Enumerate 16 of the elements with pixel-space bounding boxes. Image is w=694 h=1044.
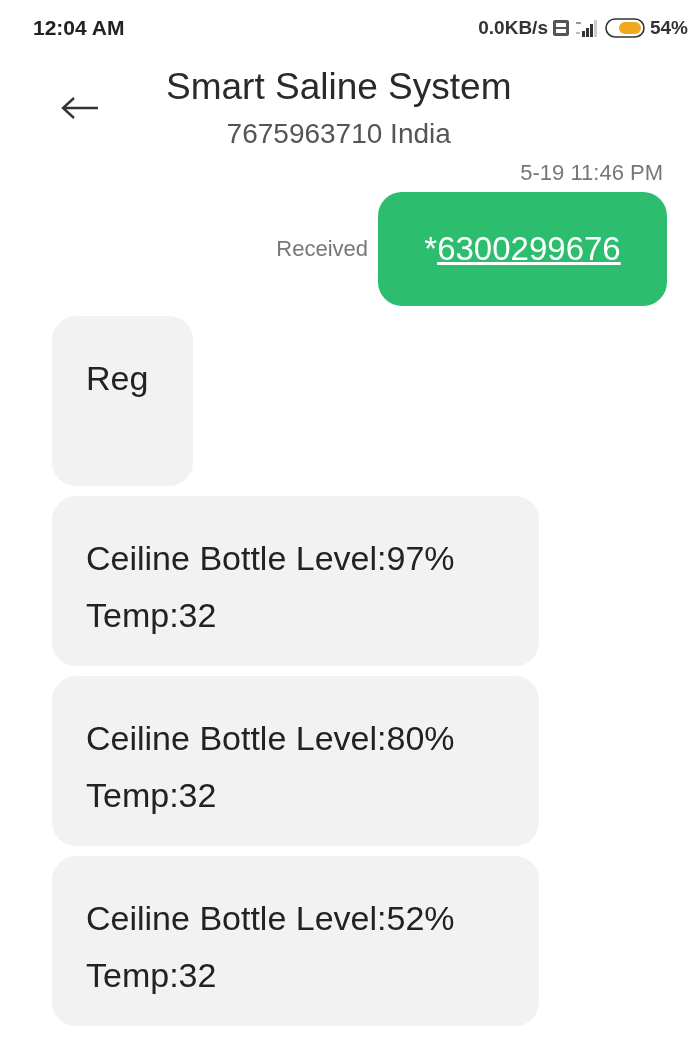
received-message-bubble: Reg (52, 316, 193, 486)
sent-message-bubble: *6300299676 (378, 192, 667, 306)
status-time: 12:04 AM (33, 16, 125, 40)
signal-icon (573, 18, 600, 38)
received-message-bubble: Ceiline Bottle Level:52% Temp:32 (52, 856, 539, 1026)
message-timestamp: 5-19 11:46 PM (519, 160, 664, 186)
delivery-status: Received (276, 236, 368, 262)
received-message-bubble: Ceiline Bottle Level:80% Temp:32 (52, 676, 539, 846)
network-speed: 0.0KB/s (478, 17, 548, 39)
contact-number: 7675963710 India (226, 118, 451, 150)
back-arrow-icon[interactable] (60, 96, 100, 120)
phone-link[interactable]: 6300299676 (437, 230, 621, 268)
contact-name: Smart Saline System (166, 66, 512, 108)
battery-percent: 54% (649, 17, 688, 39)
battery-icon (604, 18, 645, 38)
received-message-bubble: Ceiline Bottle Level:97% Temp:32 (52, 496, 539, 666)
